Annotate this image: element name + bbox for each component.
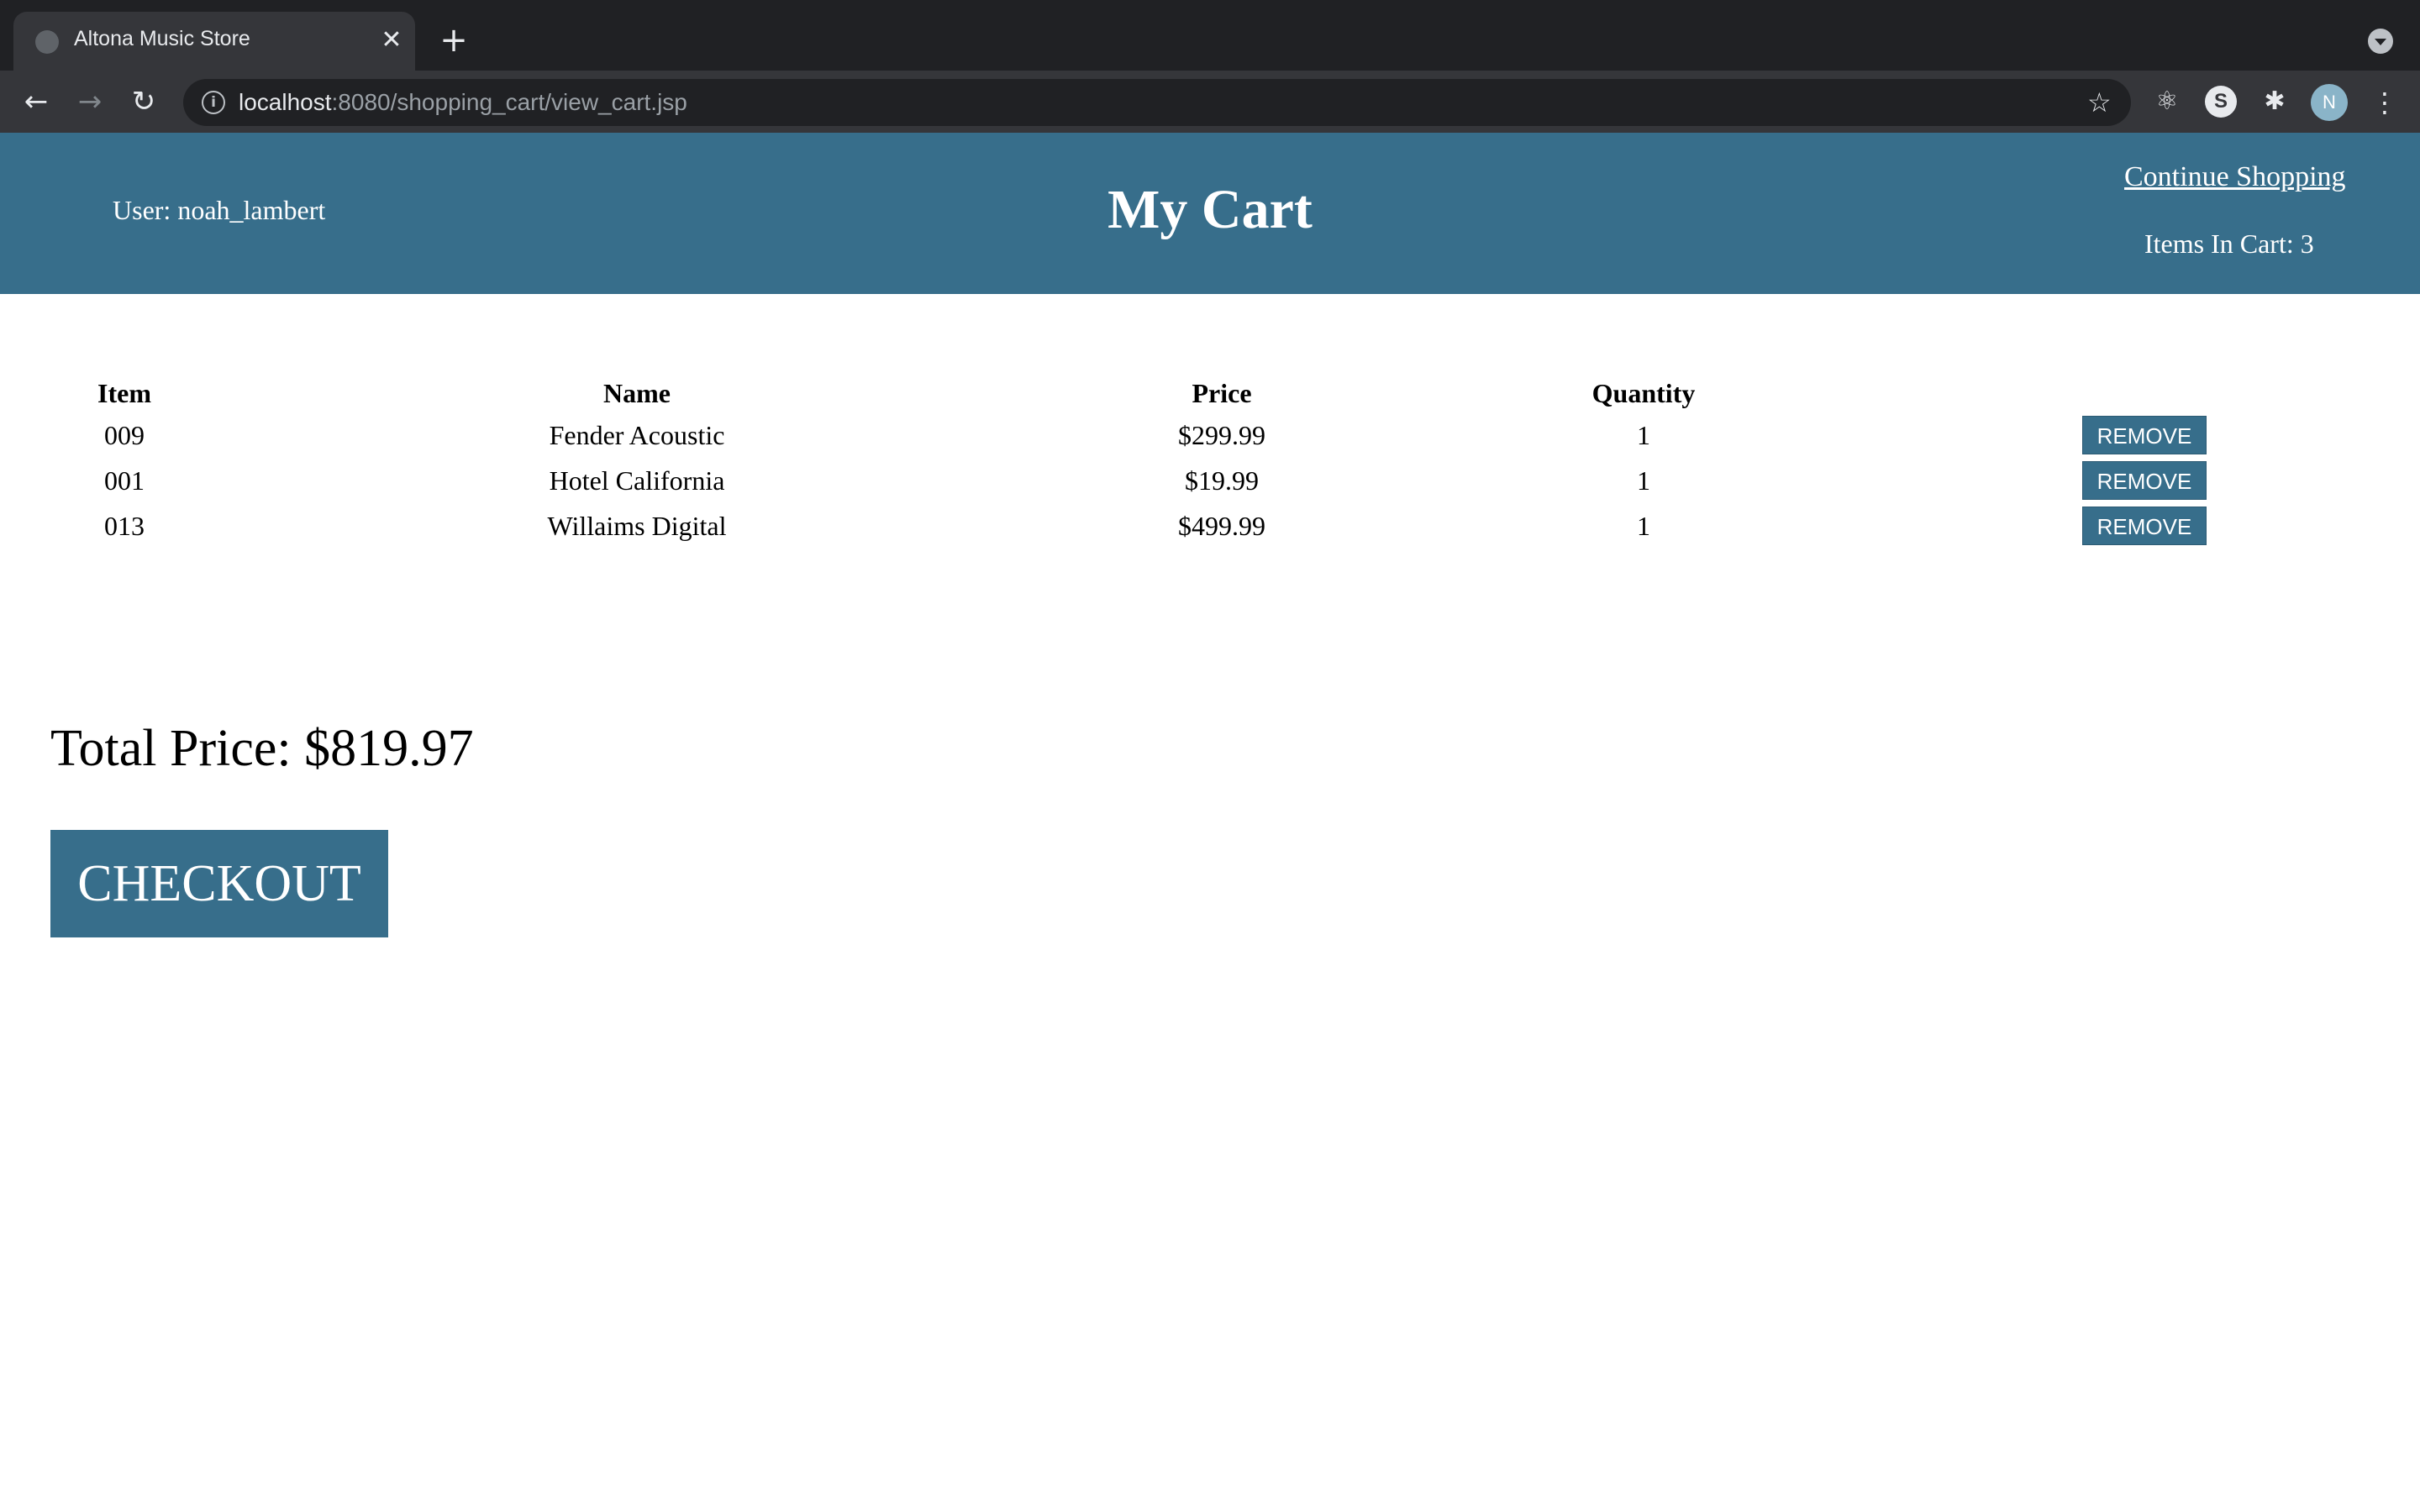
close-icon[interactable]: ✕	[376, 25, 407, 55]
remove-button[interactable]: REMOVE	[2082, 461, 2207, 500]
reload-icon[interactable]: ↻	[124, 82, 163, 121]
plus-icon[interactable]: +	[437, 24, 471, 57]
cell-name: Fender Acoustic	[549, 420, 725, 450]
avatar[interactable]: N	[2311, 84, 2348, 121]
globe-icon	[35, 30, 59, 54]
cell-item: 001	[104, 465, 145, 496]
page-header: User: noah_lambert My Cart Continue Shop…	[0, 133, 2420, 294]
back-arrow-icon[interactable]: ←	[17, 82, 55, 121]
puzzle-extensions-icon[interactable]: ✱	[2259, 86, 2291, 118]
browser-tab[interactable]: Altona Music Store ✕	[13, 12, 415, 71]
column-header-price: Price	[1192, 378, 1252, 408]
continue-shopping-link[interactable]: Continue Shopping	[2124, 161, 2346, 193]
cell-quantity: 1	[1637, 511, 1650, 541]
total-price: Total Price: $819.97	[50, 720, 474, 777]
cell-price: $499.99	[1178, 511, 1265, 541]
checkout-button[interactable]: CHECKOUT	[50, 830, 388, 937]
page-title: My Cart	[1107, 179, 1313, 240]
kebab-menu-icon[interactable]: ⋮	[2371, 84, 2398, 121]
cell-quantity: 1	[1637, 465, 1650, 496]
address-bar[interactable]: i localhost:8080/shopping_cart/view_cart…	[183, 79, 2131, 126]
s-extension-icon[interactable]: S	[2205, 86, 2237, 118]
cell-name: Hotel California	[549, 465, 725, 496]
bookmark-star-icon[interactable]: ☆	[2087, 86, 2112, 119]
items-in-cart-count: Items In Cart: 3	[2144, 228, 2314, 259]
react-devtools-icon[interactable]: ⚛	[2151, 86, 2183, 118]
cell-price: $299.99	[1178, 420, 1265, 450]
tab-search-icon[interactable]	[2368, 29, 2393, 54]
forward-arrow-icon[interactable]: →	[71, 82, 109, 121]
cell-quantity: 1	[1637, 420, 1650, 450]
url-text[interactable]: localhost:8080/shopping_cart/view_cart.j…	[239, 89, 687, 116]
cell-item: 009	[104, 420, 145, 450]
remove-button[interactable]: REMOVE	[2082, 416, 2207, 454]
remove-button[interactable]: REMOVE	[2082, 507, 2207, 545]
column-header-name: Name	[603, 378, 671, 408]
column-header-item: Item	[97, 378, 151, 408]
column-header-quantity: Quantity	[1591, 378, 1696, 408]
cell-name: Willaims Digital	[547, 511, 727, 541]
info-icon[interactable]: i	[202, 91, 225, 114]
browser-toolbar: ← → ↻ i localhost:8080/shopping_cart/vie…	[0, 71, 2420, 133]
browser-tab-strip: Altona Music Store ✕ +	[0, 0, 2420, 71]
cell-item: 013	[104, 511, 145, 541]
cell-price: $19.99	[1185, 465, 1259, 496]
tab-title: Altona Music Store	[74, 27, 250, 50]
